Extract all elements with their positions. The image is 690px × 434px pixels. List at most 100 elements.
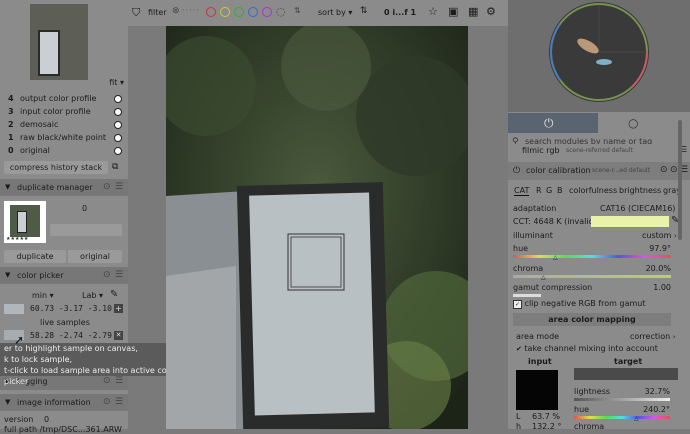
module-power-icon[interactable]: ⏻ [513,166,520,176]
cc-tab-b[interactable]: B [557,186,563,195]
collapse-triangle-icon: ▼ [5,183,11,191]
color-calibration-header[interactable]: ⏻ color calibration scene-r...ed default… [508,162,690,180]
cct-label: CCT: 4648 K (invalid) [513,217,597,226]
version-number: 0 [82,204,88,213]
power-icon: ⏻ [544,116,554,130]
clip-negative-checkbox[interactable]: ✓ clip negative RGB from gamut [513,299,645,309]
sample-swatch [4,304,24,314]
channel-mixing-checkbox[interactable]: ✔ take channel mixing into account [516,344,658,353]
presets-icon[interactable]: ☰ [115,270,123,280]
picker-colorspace-select[interactable]: Lab ▾ [82,291,103,300]
duplicate-thumbnail[interactable]: ★★★★★ [4,201,46,243]
version-value: 0 [44,415,50,424]
yellow-label-filter[interactable] [220,7,230,17]
history-item-2[interactable]: 2 demosaic [0,119,128,131]
reset-icon[interactable]: ⊙ [103,182,111,192]
target-hue-slider[interactable]: hue 240.2° △ [574,405,670,423]
reject-icon[interactable]: ⊗ [172,6,180,16]
slider-marker-icon: △ [553,254,558,261]
collapse-triangle-icon: ▼ [5,398,11,406]
area-color-mapping-section[interactable]: area color mapping [513,313,671,326]
star-icon[interactable]: ☆ [428,5,438,18]
color-picker-icon[interactable]: ✎ [110,289,118,300]
input-swatch [516,370,558,410]
sort-order-icon[interactable]: ⇅ [294,6,301,15]
filter-label: filter [148,8,167,17]
delete-sample-icon[interactable]: ✕ [114,331,123,340]
hue-slider[interactable]: hue 97.9° △ [513,244,671,262]
filter-icon[interactable]: ⛉ [132,6,140,20]
circle-icon: ○ [628,116,639,130]
color-picker-header[interactable]: ▼ color picker ⊙ ☰ [0,267,128,284]
filter-toolbar: ⛉ filter ⊗ ····· ◌ ⇅ sort by ▾ ⇅ 0 i...f… [128,0,508,26]
multi-instance-icon[interactable]: ⊙ [660,165,668,175]
cc-tab-r[interactable]: R [536,186,542,195]
sample-values: 60.73 -3.17 -3.10 [30,304,112,313]
sort-by-select[interactable]: sort by ▾ [318,8,352,17]
display-profile-icon[interactable]: ▣ [448,5,458,18]
navigation-thumbnail[interactable] [30,4,88,80]
history-item-0[interactable]: 0 original [0,145,128,157]
module-on-icon [114,147,122,155]
history-item-3[interactable]: 3 input color profile [0,106,128,118]
cct-swatch [591,216,669,227]
illuminant-label: illuminant [513,231,553,240]
chroma-slider[interactable]: chroma 20.0% △ [513,264,671,282]
live-sample-values: 58.28 -2.74 -2.79 [30,331,112,340]
presets-icon[interactable]: ☰ [115,182,123,192]
adaptation-select[interactable]: CAT16 (CIECAM16) › [600,204,681,213]
mouse-cursor-icon: ➚ [14,333,25,347]
module-on-icon [114,134,122,142]
duplicate-manager-header[interactable]: ▼ duplicate manager ⊙ ☰ [0,179,128,196]
vectorscope-area [508,0,690,112]
add-sample-button[interactable]: + [114,304,123,313]
vectorscope-chart[interactable] [508,0,690,112]
tab-active-modules[interactable]: ⏻ [508,113,598,133]
collapse-triangle-icon: ▼ [5,271,11,279]
cc-tab-cat[interactable]: CAT [514,186,530,196]
filmic-rgb-header[interactable]: filmic rgb scene-referred default ☰ [508,144,690,156]
cc-tab-g[interactable]: G [546,186,552,195]
label-operator-icon[interactable]: ◌ [276,5,286,18]
input-L-value: 63.7 % [532,412,560,421]
reset-icon[interactable]: ⊙ [103,270,111,280]
input-h-value: 132.2 ° [532,422,562,431]
presets-icon[interactable]: ☰ [115,397,123,407]
history-item-4[interactable]: 4 output color profile [0,93,128,105]
cc-tab-brightness[interactable]: brightness [619,186,661,195]
compress-history-button[interactable]: compress history stack [4,161,108,174]
slider-marker-icon: △ [634,415,639,422]
cc-tab-colorfulness[interactable]: colorfulness [569,186,617,195]
illuminant-select[interactable]: custom › [642,231,677,240]
right-panel-scrollbar[interactable] [676,120,684,420]
color-picker-tooltip: er to highlight sample on canvas, k to l… [0,343,186,386]
module-on-icon [114,121,122,129]
lightness-slider[interactable]: lightness 32.7% [574,387,670,405]
preferences-gear-icon[interactable]: ⚙ [486,5,496,18]
picker-mode-select[interactable]: min ▾ [32,291,54,300]
history-item-1[interactable]: 1 raw black/white point [0,132,128,144]
photo-illustration [166,26,468,429]
image-count: 0 i...f 1 [384,8,417,17]
grid-icon[interactable]: ▦ [468,5,478,18]
reset-history-icon[interactable]: ⧉ [112,162,118,172]
area-mode-label: area mode [516,332,560,341]
reset-icon[interactable]: ⊙ [103,397,111,407]
green-label-filter[interactable] [234,7,244,17]
blue-label-filter[interactable] [248,7,258,17]
darkroom-image-canvas[interactable] [166,26,468,429]
input-L-label: L [516,412,521,421]
red-label-filter[interactable] [206,7,216,17]
version-name-field[interactable] [50,224,122,236]
live-samples-label: live samples [40,318,90,327]
sort-direction-icon[interactable]: ⇅ [360,6,368,16]
target-swatch [574,368,678,380]
star-filter[interactable]: ····· [182,6,200,15]
star-rating[interactable]: ★★★★★ [6,236,28,242]
duplicate-button[interactable]: duplicate [4,250,66,263]
original-button[interactable]: original [68,250,122,263]
purple-label-filter[interactable] [262,7,272,17]
image-information-header[interactable]: ▼ image information ⊙ ☰ [0,394,128,411]
area-mode-select[interactable]: correction › [630,332,676,341]
zoom-fit-dropdown[interactable]: fit ▾ [109,78,124,87]
